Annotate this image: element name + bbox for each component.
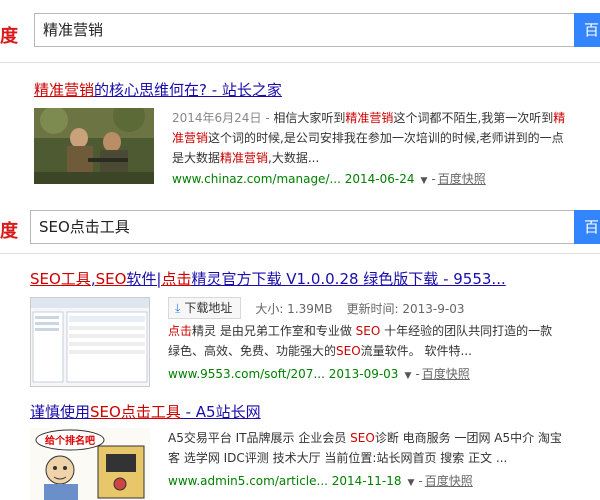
result-thumbnail[interactable]: 给个排名吧: [30, 428, 150, 500]
text-fragment: 这个词都不陌生,我第一次听到: [393, 111, 554, 125]
result-item: 谨慎使用SEO点击工具 - A5站长网 给个排名吧 A5交易平台 IT品牌展示 …: [30, 402, 590, 500]
text-fragment: 流量软件。 软件特...: [360, 344, 472, 358]
text-fragment: - A5站长网: [180, 403, 261, 421]
result-date: 2014年6月24日 -: [172, 111, 274, 125]
result-snippet: 2014年6月24日 - 相信大家听到精准营销这个词都不陌生,我第一次听到精准营…: [172, 108, 566, 168]
keyword-highlight: 精准营销: [345, 111, 394, 125]
snapshot-link[interactable]: 百度快照: [425, 474, 473, 488]
search-input[interactable]: SEO点击工具: [30, 210, 574, 244]
result-thumbnail[interactable]: [34, 108, 154, 184]
search-panel-2: 度 SEO点击工具 百 SEO工具,SEO软件|点击精灵官方下载 V1.0.0.…: [0, 205, 600, 500]
result-thumbnail[interactable]: [30, 297, 150, 387]
search-button[interactable]: 百: [574, 13, 600, 47]
cartoon-caption: 给个排名吧: [45, 434, 95, 447]
search-button[interactable]: 百: [574, 210, 600, 244]
text-fragment: 精灵官方下载 V1.0.0.28 绿色版下载 - 9553...: [191, 270, 506, 288]
search-input[interactable]: 精准营销: [34, 13, 574, 47]
result-snippet: A5交易平台 IT品牌展示 企业会员 SEO诊断 电商服务 一团网 A5中介 淘…: [168, 428, 568, 468]
result-url-line: www.9553.com/soft/207... 2013-09-03 ▼ - 百度快…: [168, 367, 470, 381]
header-divider: [0, 62, 600, 63]
update-time: 更新时间: 2013-9-03: [346, 301, 465, 316]
text-fragment: 谨慎使用: [30, 403, 91, 421]
keyword-highlight: SEO: [336, 344, 361, 358]
text-fragment: A5交易平台 IT品牌展示 企业会员: [168, 431, 351, 445]
result-url-line: www.admin5.com/article... 2014-11-18 ▼ - 百度…: [168, 474, 473, 488]
text-fragment: 精灵 是由兄弟工作室和专业做: [192, 324, 356, 338]
result-title-link[interactable]: SEO工具,SEO软件|点击精灵官方下载 V1.0.0.28 绿色版下载 - 9…: [30, 269, 590, 289]
text-fragment: 软件|: [126, 270, 162, 288]
keyword-highlight: SEO: [355, 324, 381, 338]
dropdown-arrow-icon[interactable]: ▼: [408, 478, 415, 488]
keyword-highlight: 点击: [168, 324, 193, 338]
result-url[interactable]: www.9553.com/soft/207... 2013-09-03: [168, 367, 398, 381]
dropdown-arrow-icon[interactable]: ▼: [404, 371, 411, 381]
result-title-link[interactable]: 谨慎使用SEO点击工具 - A5站长网: [30, 402, 590, 422]
download-icon: ⤓: [175, 301, 181, 315]
text-fragment: 的核心思维何在? - 站长之家: [94, 81, 282, 99]
keyword-highlight: SEO: [350, 431, 375, 445]
cartoon-image: 给个排名吧: [30, 428, 150, 500]
keyword-highlight: SEO: [95, 270, 127, 288]
keyword-highlight: 精准营销: [220, 151, 269, 165]
text-fragment: 相信大家听到: [273, 111, 346, 125]
file-size: 大小: 1.39MB: [255, 301, 333, 316]
text-fragment: ,大数据...: [268, 151, 320, 165]
baidu-logo-fragment: 度: [0, 221, 18, 242]
snapshot-link[interactable]: 百度快照: [438, 172, 486, 186]
download-info-row: ⤓ 下载地址 大小: 1.39MB 更新时间: 2013-9-03: [168, 297, 464, 319]
keyword-highlight: SEO工具: [30, 270, 91, 288]
keyword-highlight: 点击: [161, 270, 192, 288]
result-url-line: www.chinaz.com/manage/... 2014-06-24 ▼ - 百度…: [172, 172, 486, 186]
download-button[interactable]: ⤓ 下载地址: [168, 297, 242, 319]
search-panel-1: 度 精准营销 百 精准营销的核心思维何在? - 站长之家 2014年6月24日 …: [0, 0, 600, 205]
soldiers-photo-image: [34, 108, 154, 184]
result-url[interactable]: www.admin5.com/article... 2014-11-18: [168, 474, 402, 488]
baidu-logo-fragment: 度: [0, 26, 18, 47]
result-item: 精准营销的核心思维何在? - 站长之家 2014年6月24日 - 相信大家听到精…: [34, 80, 594, 186]
keyword-highlight: SEO点击工具: [90, 403, 181, 421]
result-item: SEO工具,SEO软件|点击精灵官方下载 V1.0.0.28 绿色版下载 - 9…: [30, 269, 590, 387]
snapshot-link[interactable]: 百度快照: [422, 367, 470, 381]
keyword-highlight: 精准营销: [34, 81, 95, 99]
dropdown-arrow-icon[interactable]: ▼: [420, 176, 427, 186]
header-divider: [0, 253, 600, 254]
result-title-link[interactable]: 精准营销的核心思维何在? - 站长之家: [34, 80, 594, 100]
result-snippet: 点击精灵 是由兄弟工作室和专业做 SEO 十年经验的团队共同打造的一款绿色、高效…: [168, 321, 564, 361]
result-url[interactable]: www.chinaz.com/manage/... 2014-06-24: [172, 172, 414, 186]
software-screenshot-image: [31, 298, 149, 383]
